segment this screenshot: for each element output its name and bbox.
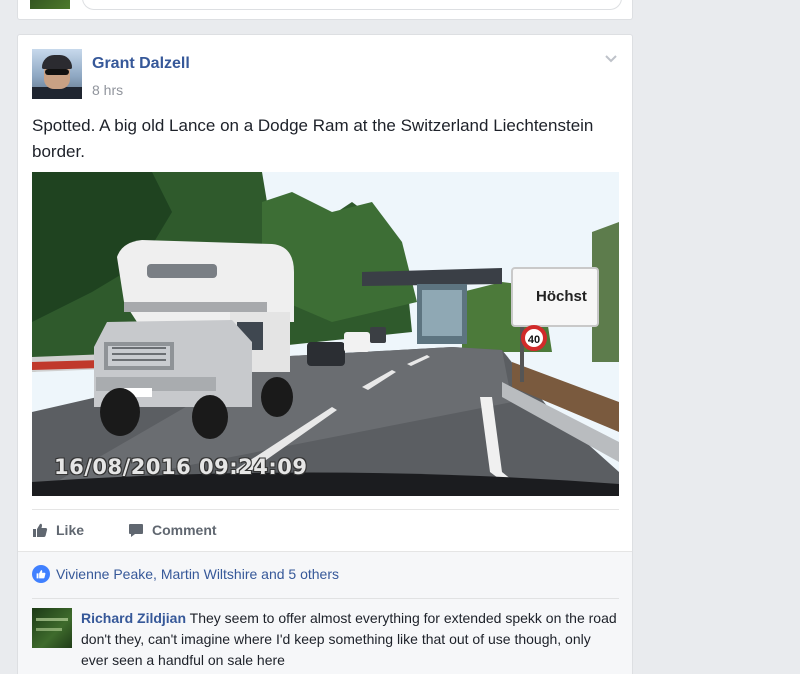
comment-label: Comment bbox=[152, 522, 217, 538]
town-sign-text: Höchst bbox=[536, 288, 587, 305]
chevron-down-icon[interactable] bbox=[604, 51, 618, 65]
post-action-bar: Like Comment bbox=[32, 509, 619, 551]
previous-comment-avatar[interactable] bbox=[30, 0, 70, 9]
photo-timestamp-overlay: 16/08/2016 09:24:09 bbox=[54, 455, 308, 479]
author-avatar[interactable] bbox=[32, 49, 82, 99]
comment-author-name[interactable]: Richard Zildjian bbox=[81, 610, 186, 626]
comment-button[interactable]: Comment bbox=[128, 522, 217, 538]
like-reaction-icon bbox=[32, 565, 50, 583]
previous-post-card bbox=[17, 0, 633, 20]
divider bbox=[32, 598, 619, 599]
comment-body: Richard Zildjian They seem to offer almo… bbox=[81, 608, 621, 671]
post-author-name[interactable]: Grant Dalzell bbox=[92, 55, 190, 73]
svg-text:40: 40 bbox=[528, 334, 540, 346]
likes-summary[interactable]: Vivienne Peake, Martin Wiltshire and 5 o… bbox=[32, 565, 339, 583]
previous-comment-input[interactable] bbox=[82, 0, 622, 10]
feed-post: Grant Dalzell 8 hrs Spotted. A big old L… bbox=[17, 34, 633, 674]
comment-bubble-icon bbox=[128, 522, 144, 538]
thumbs-up-icon bbox=[32, 522, 48, 538]
post-photo[interactable]: 40 Höchst 16/08/2016 09:24:09 bbox=[32, 172, 619, 496]
likes-summary-text: Vivienne Peake, Martin Wiltshire and 5 o… bbox=[56, 566, 339, 582]
like-button[interactable]: Like bbox=[32, 522, 84, 538]
post-text: Spotted. A big old Lance on a Dodge Ram … bbox=[32, 116, 594, 161]
like-label: Like bbox=[56, 522, 85, 538]
reactions-section: Vivienne Peake, Martin Wiltshire and 5 o… bbox=[18, 551, 632, 674]
commenter-avatar[interactable] bbox=[32, 608, 72, 648]
post-timestamp[interactable]: 8 hrs bbox=[92, 82, 123, 98]
